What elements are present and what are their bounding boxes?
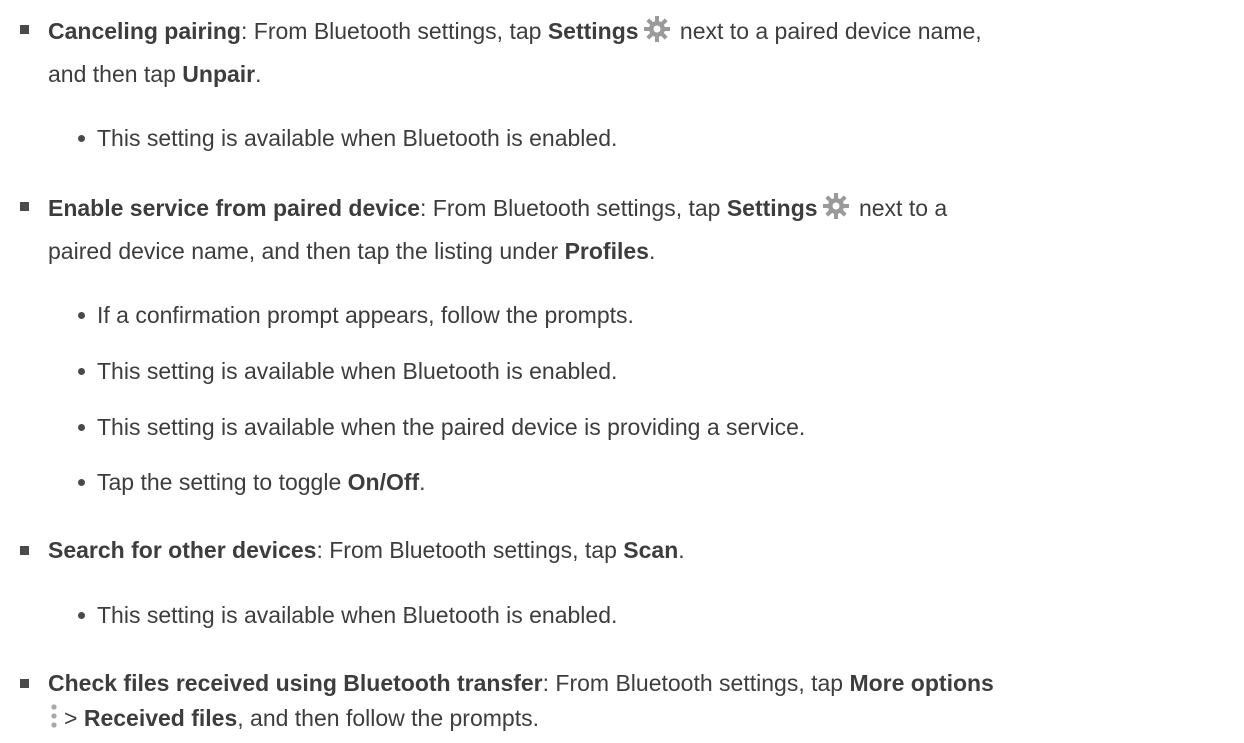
- sub-list-item: If a confirmation prompt appears, follow…: [97, 302, 634, 328]
- item-title: Check files received using Bluetooth tra…: [48, 670, 543, 696]
- bullet-dot: [78, 424, 85, 431]
- list-item-continuation: and then tap Unpair.: [48, 61, 262, 87]
- bullet-square: [20, 546, 29, 555]
- list-item-continuation: > Received files, and then follow the pr…: [50, 703, 539, 731]
- sub-list-item: This setting is available when Bluetooth…: [97, 125, 618, 151]
- bullet-dot: [78, 312, 85, 319]
- gear-icon: [643, 16, 670, 42]
- sub-list-item: This setting is available when Bluetooth…: [97, 358, 618, 384]
- gear-icon: [822, 193, 849, 219]
- list-item: Enable service from paired device: From …: [48, 192, 947, 221]
- document-page: Canceling pairing: From Bluetooth settin…: [0, 0, 1244, 743]
- item-title: Search for other devices: [48, 537, 317, 563]
- list-item: Search for other devices: From Bluetooth…: [48, 537, 685, 563]
- item-title: Canceling pairing: [48, 18, 241, 44]
- sub-list-item: Tap the setting to toggle On/Off.: [97, 469, 426, 495]
- more-options-icon: [51, 704, 57, 728]
- list-item-continuation: paired device name, and then tap the lis…: [48, 238, 656, 264]
- bullet-dot: [78, 479, 85, 486]
- bullet-dot: [78, 135, 85, 142]
- bullet-square: [20, 202, 29, 211]
- sub-list-item: This setting is available when Bluetooth…: [97, 602, 618, 628]
- bullet-dot: [78, 612, 85, 619]
- sub-list-item: This setting is available when the paire…: [97, 414, 806, 440]
- bullet-dot: [78, 368, 85, 375]
- list-item: Canceling pairing: From Bluetooth settin…: [48, 15, 982, 44]
- item-title: Enable service from paired device: [48, 195, 421, 221]
- list-item: Check files received using Bluetooth tra…: [48, 670, 994, 696]
- bullet-square: [20, 25, 29, 34]
- bullet-square: [20, 679, 29, 688]
